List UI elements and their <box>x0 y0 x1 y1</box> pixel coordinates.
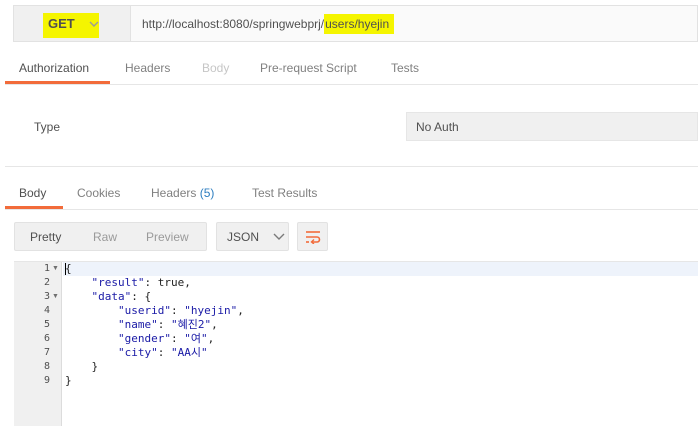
raw-button[interactable]: Raw <box>93 230 117 244</box>
tab-tests[interactable]: Tests <box>391 61 419 75</box>
line-number: 2 <box>43 277 50 288</box>
active-line-highlight <box>63 262 698 276</box>
auth-type-label: Type <box>34 120 61 134</box>
line-number: 8 <box>43 361 50 372</box>
method-label: GET <box>48 16 75 31</box>
active-response-tab-indicator <box>5 206 63 209</box>
url-input[interactable]: http://localhost:8080/springwebprj/users… <box>130 5 698 42</box>
auth-type-select[interactable]: No Auth <box>406 112 698 141</box>
pretty-button[interactable]: Pretty <box>30 230 61 244</box>
wrap-lines-icon <box>305 230 320 244</box>
code-line: "name": "혜진2", <box>117 318 218 331</box>
line-number: 4 <box>43 305 50 316</box>
request-tabs: Authorization Headers Body Pre-request S… <box>5 53 698 85</box>
auth-type-value: No Auth <box>416 119 459 134</box>
code-line: "result": true, <box>91 276 191 289</box>
line-number: 1 <box>43 263 50 274</box>
response-tabs: Body Cookies Headers (5) Test Results <box>5 178 698 210</box>
section-divider <box>5 166 698 167</box>
url-base: http://localhost:8080/springwebprj/ <box>142 16 325 31</box>
tab-cookies[interactable]: Cookies <box>77 186 120 200</box>
code-line: "city": "AA시" <box>117 346 208 359</box>
active-tab-indicator <box>5 81 110 84</box>
tab-response-headers[interactable]: Headers (5) <box>151 186 214 200</box>
tab-response-body[interactable]: Body <box>19 186 46 200</box>
tab-authorization[interactable]: Authorization <box>19 61 89 75</box>
tab-pre-request-script[interactable]: Pre-request Script <box>260 61 357 75</box>
format-select[interactable]: JSON <box>216 222 289 251</box>
request-bar: GET http://localhost:8080/springwebprj/u… <box>13 5 698 42</box>
response-headers-count: (5) <box>199 186 215 200</box>
url-path-highlight: users/hyejin <box>324 13 395 34</box>
line-number: 3 <box>43 291 50 302</box>
line-number: 6 <box>43 333 50 344</box>
response-headers-label: Headers <box>151 186 197 200</box>
wrap-lines-button[interactable] <box>297 222 328 251</box>
fold-toggle-icon[interactable]: ▼ <box>52 290 60 304</box>
line-number: 9 <box>43 375 50 386</box>
tab-body[interactable]: Body <box>202 61 229 75</box>
chevron-down-icon <box>273 233 285 240</box>
line-number: 5 <box>43 319 50 330</box>
code-line: "userid": "hyejin", <box>117 304 244 317</box>
line-number-gutter: 1 2 3 4 5 6 7 8 9 ▼ ▼ <box>14 262 62 426</box>
code-line: } <box>65 374 72 387</box>
tab-headers[interactable]: Headers <box>125 61 170 75</box>
view-mode-group: Pretty Raw Preview <box>14 222 207 251</box>
text-cursor <box>65 263 66 275</box>
tab-test-results[interactable]: Test Results <box>252 186 317 200</box>
code-line: } <box>65 360 99 373</box>
preview-button[interactable]: Preview <box>146 230 189 244</box>
response-code-viewer[interactable]: 1 2 3 4 5 6 7 8 9 ▼ ▼ { "result": true, … <box>14 261 698 426</box>
format-label: JSON <box>227 229 260 244</box>
chevron-down-icon <box>89 21 99 27</box>
line-number: 7 <box>43 347 50 358</box>
code-line: "gender": "여", <box>117 332 215 345</box>
fold-toggle-icon[interactable]: ▼ <box>52 262 60 276</box>
code-line: "data": { <box>91 290 152 303</box>
method-select[interactable]: GET <box>13 5 130 42</box>
